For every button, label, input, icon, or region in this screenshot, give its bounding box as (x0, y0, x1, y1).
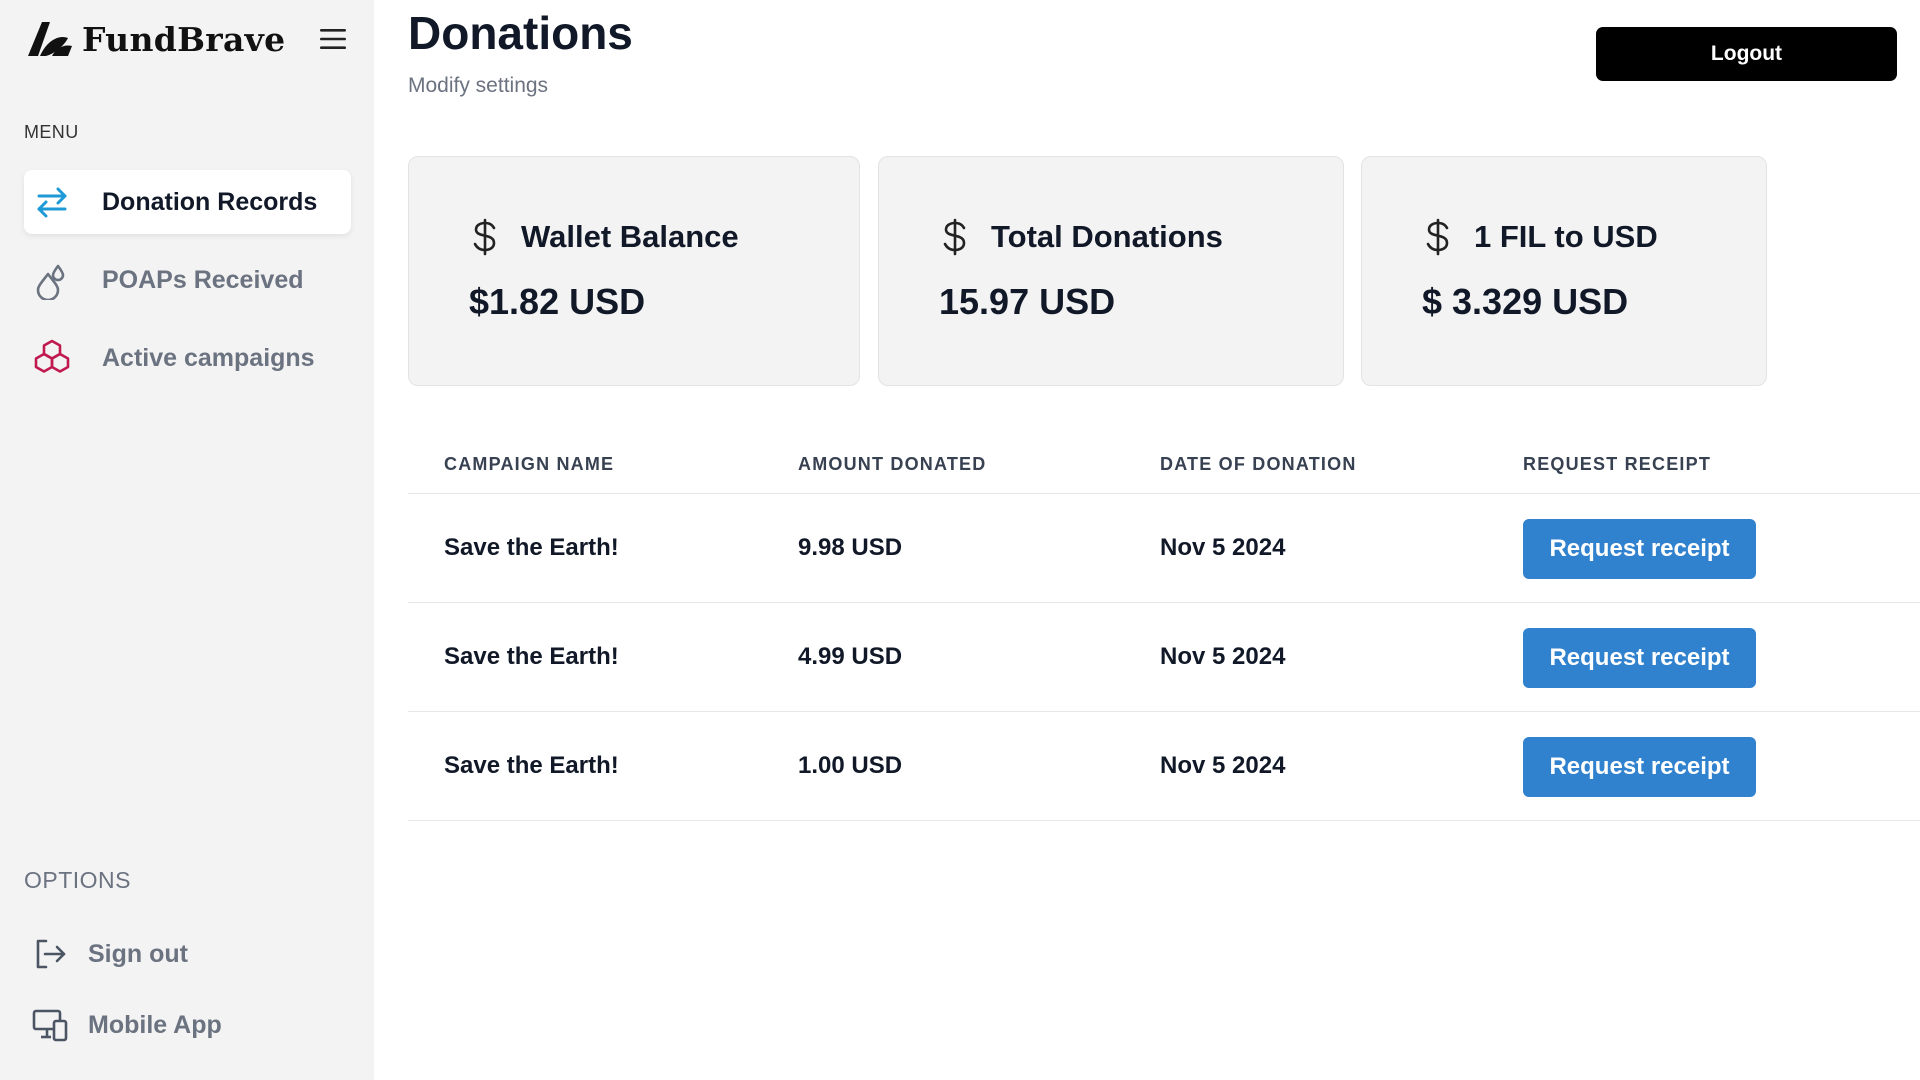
total-donations-card: Total Donations 15.97 USD (878, 156, 1344, 386)
dollar-icon (1422, 217, 1454, 257)
devices-icon (30, 1005, 70, 1045)
cubes-icon (32, 338, 72, 378)
campaign-name-cell: Save the Earth! (444, 752, 619, 779)
campaign-name-cell: Save the Earth! (444, 643, 619, 670)
brand[interactable]: FundBrave (24, 16, 285, 62)
column-header-campaign-name: CAMPAIGN NAME (444, 454, 615, 474)
amount-cell: 9.98 USD (798, 534, 903, 561)
options-section-label: OPTIONS (24, 867, 132, 893)
column-header-amount-donated: AMOUNT DONATED (798, 454, 987, 474)
mobile-app-label: Mobile App (88, 1010, 222, 1039)
request-receipt-button[interactable]: Request receipt (1523, 628, 1756, 688)
arrows-exchange-icon (32, 182, 72, 222)
table-row: Save the Earth! 4.99 USD Nov 5 2024 Requ… (408, 603, 1920, 712)
table-header-row: CAMPAIGN NAME AMOUNT DONATED DATE OF DON… (408, 440, 1920, 494)
sidebar-item-poaps-received[interactable]: POAPs Received (24, 248, 351, 312)
logout-button[interactable]: Logout (1596, 27, 1897, 81)
sidebar-item-label: Active campaigns (102, 343, 315, 372)
campaign-name-cell: Save the Earth! (444, 534, 619, 561)
request-receipt-button[interactable]: Request receipt (1523, 737, 1756, 797)
sign-out-button[interactable]: Sign out (24, 929, 188, 979)
column-header-request-receipt: REQUEST RECEIPT (1523, 454, 1712, 474)
card-value: 15.97 USD (939, 281, 1116, 322)
donations-table: CAMPAIGN NAME AMOUNT DONATED DATE OF DON… (408, 440, 1920, 821)
sidebar: FundBrave MENU Donation Records POAPs Re… (0, 0, 374, 1080)
main-content: Donations Modify settings Logout Wallet … (374, 0, 1920, 1080)
card-value: $ 3.329 USD (1422, 281, 1629, 322)
sign-out-label: Sign out (88, 939, 188, 968)
mobile-app-button[interactable]: Mobile App (24, 1000, 222, 1050)
sidebar-item-donation-records[interactable]: Donation Records (24, 170, 351, 234)
fundbrave-logo-icon (28, 22, 72, 56)
hamburger-menu-icon[interactable] (318, 24, 348, 54)
column-header-date-of-donation: DATE OF DONATION (1160, 454, 1357, 474)
sign-out-icon (30, 934, 70, 974)
page-subtitle: Modify settings (408, 74, 549, 97)
date-cell: Nov 5 2024 (1160, 534, 1286, 561)
date-cell: Nov 5 2024 (1160, 643, 1286, 670)
sidebar-item-label: Donation Records (102, 187, 318, 216)
brand-name: FundBrave (82, 19, 286, 59)
fil-to-usd-card: 1 FIL to USD $ 3.329 USD (1361, 156, 1767, 386)
sidebar-item-label: POAPs Received (102, 265, 304, 294)
sidebar-item-active-campaigns[interactable]: Active campaigns (24, 326, 351, 390)
table-row: Save the Earth! 9.98 USD Nov 5 2024 Requ… (408, 494, 1920, 603)
card-title: 1 FIL to USD (1474, 219, 1658, 254)
date-cell: Nov 5 2024 (1160, 752, 1286, 779)
card-title: Wallet Balance (521, 219, 739, 254)
page-title: Donations (408, 7, 633, 59)
request-receipt-button[interactable]: Request receipt (1523, 519, 1756, 579)
droplets-icon (32, 260, 72, 300)
amount-cell: 4.99 USD (798, 643, 903, 670)
wallet-balance-card: Wallet Balance $1.82 USD (408, 156, 860, 386)
table-row: Save the Earth! 1.00 USD Nov 5 2024 Requ… (408, 712, 1920, 821)
menu-section-label: MENU (24, 122, 79, 142)
dollar-icon (469, 217, 501, 257)
amount-cell: 1.00 USD (798, 752, 903, 779)
card-title: Total Donations (991, 219, 1223, 254)
app-root: FundBrave MENU Donation Records POAPs Re… (0, 0, 1920, 1080)
dollar-icon (939, 217, 971, 257)
card-value: $1.82 USD (469, 281, 646, 322)
